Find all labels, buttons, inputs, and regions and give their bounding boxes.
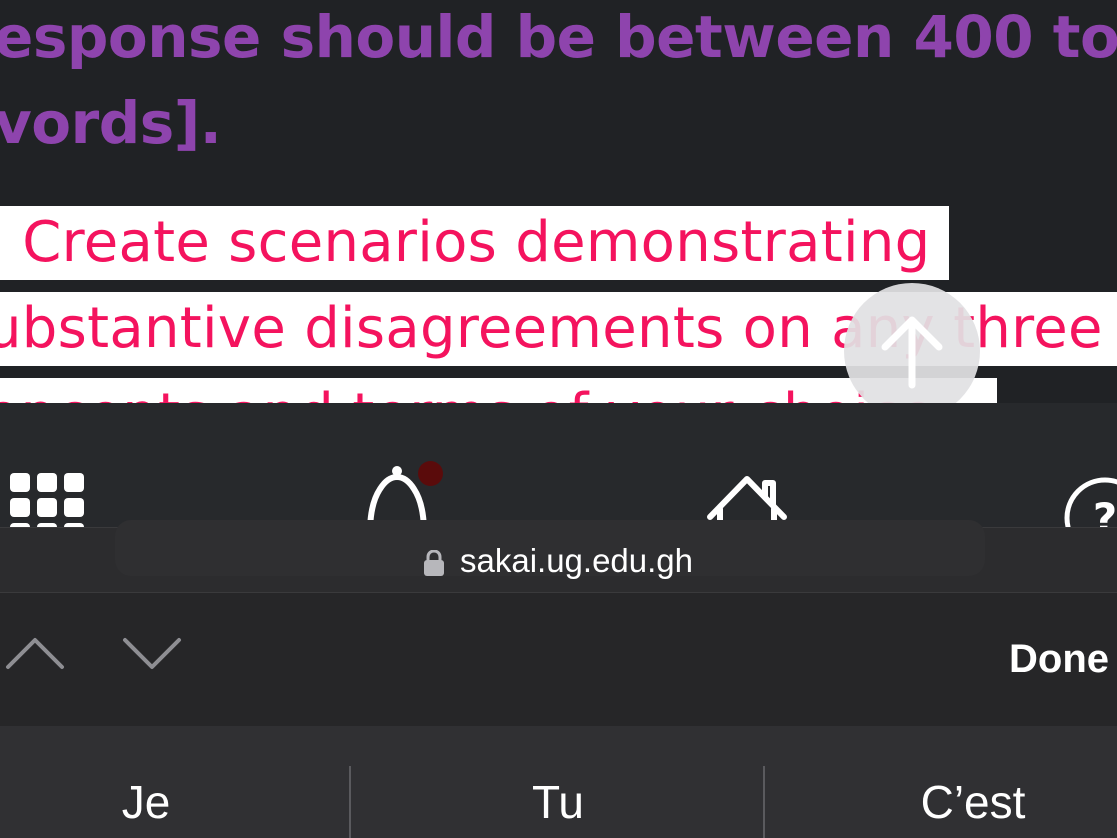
address-bar: sakai.ug.edu.gh (0, 520, 1117, 594)
apps-grid-icon (10, 473, 84, 527)
help-button[interactable]: ? (1062, 475, 1117, 527)
home-button[interactable] (705, 473, 789, 527)
task-line-1: . Create scenarios demonstrating (0, 206, 949, 280)
apps-button[interactable] (10, 469, 86, 527)
notification-badge-dot (418, 461, 443, 486)
help-icon: ? (1064, 477, 1117, 527)
url-domain: sakai.ug.edu.gh (459, 542, 693, 579)
suggestion-3[interactable]: C’est (773, 766, 1117, 838)
instruction-line-2: vords]. (0, 89, 222, 157)
previous-field-button[interactable] (5, 633, 65, 677)
task-line-3-text: oncepts and terms of your choice (0, 382, 935, 403)
svg-text:?: ? (1093, 494, 1117, 527)
url-field[interactable]: sakai.ug.edu.gh (0, 528, 1117, 594)
task-line-3: oncepts and terms of your choice (0, 378, 997, 403)
predictive-text-bar: Je Tu C’est (0, 726, 1117, 838)
keyboard-accessory-bar: Done (0, 593, 1117, 726)
suggestion-divider (763, 766, 765, 838)
scroll-to-top-button[interactable] (844, 283, 980, 419)
done-button[interactable]: Done (1009, 637, 1109, 682)
suggestion-divider (349, 766, 351, 838)
suggestion-1[interactable]: Je (0, 766, 346, 838)
bottom-navigation: ? (0, 403, 1117, 527)
task-line-1-text: . Create scenarios demonstrating (0, 210, 931, 275)
instruction-line-1: esponse should be between 400 to 500 (0, 3, 1117, 71)
chevron-up-icon (6, 638, 64, 669)
suggestion-2[interactable]: Tu (358, 766, 758, 838)
arrow-up-icon (881, 316, 943, 389)
next-field-button[interactable] (122, 633, 182, 677)
lock-icon (423, 550, 444, 576)
home-icon (707, 476, 787, 527)
instruction-text: esponse should be between 400 to 500 vor… (0, 0, 1117, 166)
chevron-down-icon (123, 638, 181, 669)
